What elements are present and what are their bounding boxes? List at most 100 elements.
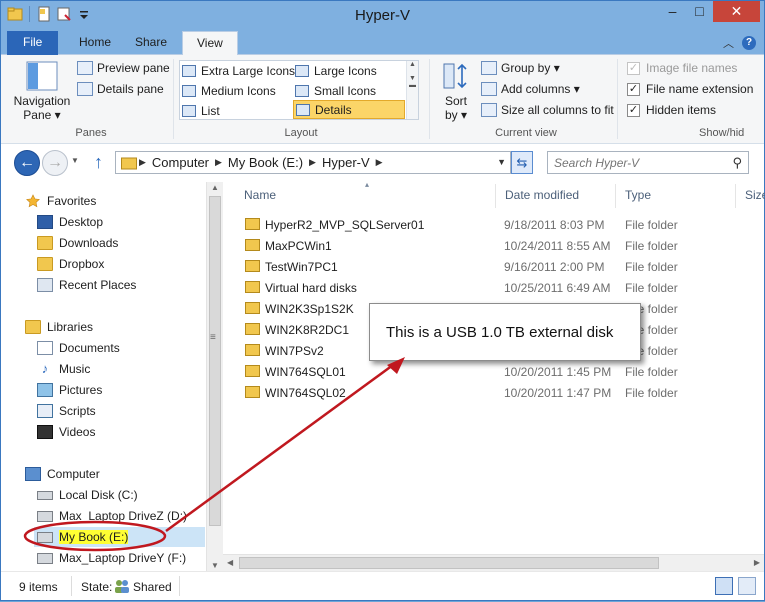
item-check-boxes-option[interactable]: ✓ Image file names xyxy=(627,61,737,75)
breadcrumb-separator[interactable]: ▶ xyxy=(139,157,146,168)
search-box[interactable]: ⚲ xyxy=(547,151,749,174)
layout-large-icons[interactable]: Large Icons xyxy=(295,61,377,80)
table-row[interactable]: WIN764SQL01 10/20/2011 1:45 PM File fold… xyxy=(223,361,764,382)
sidebar-item-favorites[interactable]: Favorites xyxy=(25,191,96,211)
column-divider[interactable] xyxy=(495,184,496,208)
preview-pane-label: Preview pane xyxy=(97,61,170,75)
sidebar-item-downloads[interactable]: Downloads xyxy=(37,233,118,253)
tab-file[interactable]: File xyxy=(7,31,59,55)
table-row[interactable]: WIN764SQL02 10/20/2011 1:47 PM File fold… xyxy=(223,382,764,403)
sidebar-item-libraries[interactable]: Libraries xyxy=(25,317,93,337)
layout-small-icons[interactable]: Small Icons xyxy=(295,81,376,100)
breadcrumb-computer[interactable]: Computer xyxy=(152,155,209,170)
column-header-name[interactable]: Name xyxy=(244,188,276,202)
tab-home[interactable]: Home xyxy=(65,31,125,55)
details-view-toggle-icon[interactable] xyxy=(715,577,733,595)
sidebar-item-computer[interactable]: Computer xyxy=(25,464,100,484)
layout-list[interactable]: List xyxy=(182,101,220,120)
scrollbar-thumb[interactable] xyxy=(239,557,659,569)
sort-by-button[interactable]: Sort by ▾ xyxy=(439,61,473,122)
column-header-size[interactable]: Size xyxy=(745,188,765,202)
large-icons-label: Large Icons xyxy=(314,63,377,78)
layout-medium-icons[interactable]: Medium Icons xyxy=(182,81,276,100)
sidebar-item-label: Scripts xyxy=(59,404,96,418)
scrollbar-thumb[interactable] xyxy=(209,196,221,526)
breadcrumb-my-book[interactable]: My Book (E:) xyxy=(228,155,303,170)
scroll-left-icon[interactable]: ◀ xyxy=(227,558,233,567)
sidebar-item-drive-d[interactable]: Max_Laptop DriveZ (D:) xyxy=(37,506,187,526)
layout-details[interactable]: Details xyxy=(293,100,405,119)
chevron-up-icon[interactable]: ︿ xyxy=(723,35,734,51)
address-bar[interactable]: ▶ Computer ▶ My Book (E:) ▶ Hyper-V ▶ ▼ xyxy=(115,151,511,174)
sidebar-item-label: Max_Laptop DriveZ (D:) xyxy=(59,509,188,523)
tab-view[interactable]: View xyxy=(182,31,238,56)
sidebar-item-documents[interactable]: Documents xyxy=(37,338,120,358)
up-arrow-icon[interactable]: ↑ xyxy=(94,152,103,173)
add-columns-button[interactable]: Add columns ▾ xyxy=(481,82,580,96)
back-button[interactable]: ← xyxy=(14,150,40,176)
sidebar-item-pictures[interactable]: Pictures xyxy=(37,380,102,400)
layout-gallery-scroll[interactable]: ▲ ▼ ▬ xyxy=(406,61,418,119)
forward-button[interactable]: → xyxy=(42,150,68,176)
group-by-label: Group by ▾ xyxy=(501,61,560,75)
table-row[interactable]: TestWin7PC1 9/16/2011 2:00 PM File folde… xyxy=(223,256,764,277)
file-date: 10/24/2011 8:55 AM xyxy=(504,239,611,253)
sidebar-item-recent-places[interactable]: Recent Places xyxy=(37,275,136,295)
group-by-button[interactable]: Group by ▾ xyxy=(481,61,560,75)
maximize-button[interactable]: □ xyxy=(686,1,713,22)
breadcrumb-separator[interactable]: ▶ xyxy=(215,157,222,168)
file-type: File folder xyxy=(625,365,678,379)
breadcrumb-separator[interactable]: ▶ xyxy=(309,157,316,168)
sidebar-item-label: Documents xyxy=(59,341,120,355)
details-pane-icon xyxy=(77,82,93,96)
large-icons-view-toggle-icon[interactable] xyxy=(738,577,756,595)
navigation-pane-scrollbar[interactable]: ▲ ≡ ▼ xyxy=(206,182,223,571)
breadcrumb-hyper-v[interactable]: Hyper-V xyxy=(322,155,370,170)
search-input[interactable] xyxy=(548,152,718,173)
sidebar-item-music[interactable]: ♪ Music xyxy=(37,359,91,379)
breadcrumb-separator[interactable]: ▶ xyxy=(376,157,383,168)
file-list-horizontal-scrollbar[interactable]: ◀ ▶ xyxy=(223,554,764,571)
table-row[interactable]: MaxPCWin1 10/24/2011 8:55 AM File folder xyxy=(223,235,764,256)
tab-share[interactable]: Share xyxy=(121,31,181,55)
sidebar-item-scripts[interactable]: Scripts xyxy=(37,401,96,421)
navigation-pane-label-2: Pane ▾ xyxy=(23,108,61,122)
address-dropdown-icon[interactable]: ▼ xyxy=(497,157,506,167)
sidebar-item-drive-f[interactable]: Max_Laptop DriveY (F:) xyxy=(37,548,186,568)
star-icon xyxy=(26,194,40,208)
column-divider[interactable] xyxy=(615,184,616,208)
size-all-columns-button[interactable]: Size all columns to fit xyxy=(481,103,614,117)
sidebar-item-my-book-e[interactable]: My Book (E:) xyxy=(34,527,205,547)
table-row[interactable]: HyperR2_MVP_SQLServer01 9/18/2011 8:03 P… xyxy=(223,214,764,235)
sidebar-item-local-disk-c[interactable]: Local Disk (C:) xyxy=(37,485,138,505)
scroll-down-icon[interactable]: ▼ xyxy=(211,561,219,570)
minimize-button[interactable]: – xyxy=(659,1,686,22)
navigation-pane-button[interactable]: Navigation Pane ▾ xyxy=(11,61,73,122)
column-header-type[interactable]: Type xyxy=(625,188,651,202)
sidebar-item-videos[interactable]: Videos xyxy=(37,422,95,442)
extra-large-icons-icon xyxy=(182,64,196,77)
table-row[interactable]: Virtual hard disks 10/25/2011 6:49 AM Fi… xyxy=(223,277,764,298)
layout-extra-large-icons[interactable]: Extra Large Icons xyxy=(182,61,295,80)
large-icons-icon xyxy=(295,64,309,77)
help-icon[interactable]: ? xyxy=(742,36,756,50)
sidebar-item-desktop[interactable]: Desktop xyxy=(37,212,103,232)
column-divider[interactable] xyxy=(735,184,736,208)
sidebar-item-dropbox[interactable]: Dropbox xyxy=(37,254,104,274)
details-pane-button[interactable]: Details pane xyxy=(77,82,164,96)
column-header-date[interactable]: Date modified xyxy=(505,188,579,202)
scroll-up-icon[interactable]: ▲ xyxy=(211,183,219,192)
file-list: ▴ Name Date modified Type Size HyperR2_M… xyxy=(223,180,765,571)
close-button[interactable]: ✕ xyxy=(713,1,760,22)
hidden-items-option[interactable]: ✓ Hidden items xyxy=(627,103,716,117)
preview-pane-button[interactable]: Preview pane xyxy=(77,61,170,75)
small-icons-icon xyxy=(295,84,309,97)
file-name-extensions-option[interactable]: ✓ File name extension xyxy=(627,82,753,96)
search-icon[interactable]: ⚲ xyxy=(732,155,742,171)
sidebar-item-label: Dropbox xyxy=(59,257,105,271)
recent-locations-dropdown[interactable]: ▼ xyxy=(71,156,79,165)
refresh-button[interactable]: ⇆ xyxy=(511,151,533,174)
recent-places-icon xyxy=(37,278,53,292)
sidebar-item-label: Libraries xyxy=(47,320,94,334)
scroll-right-icon[interactable]: ▶ xyxy=(754,558,760,567)
